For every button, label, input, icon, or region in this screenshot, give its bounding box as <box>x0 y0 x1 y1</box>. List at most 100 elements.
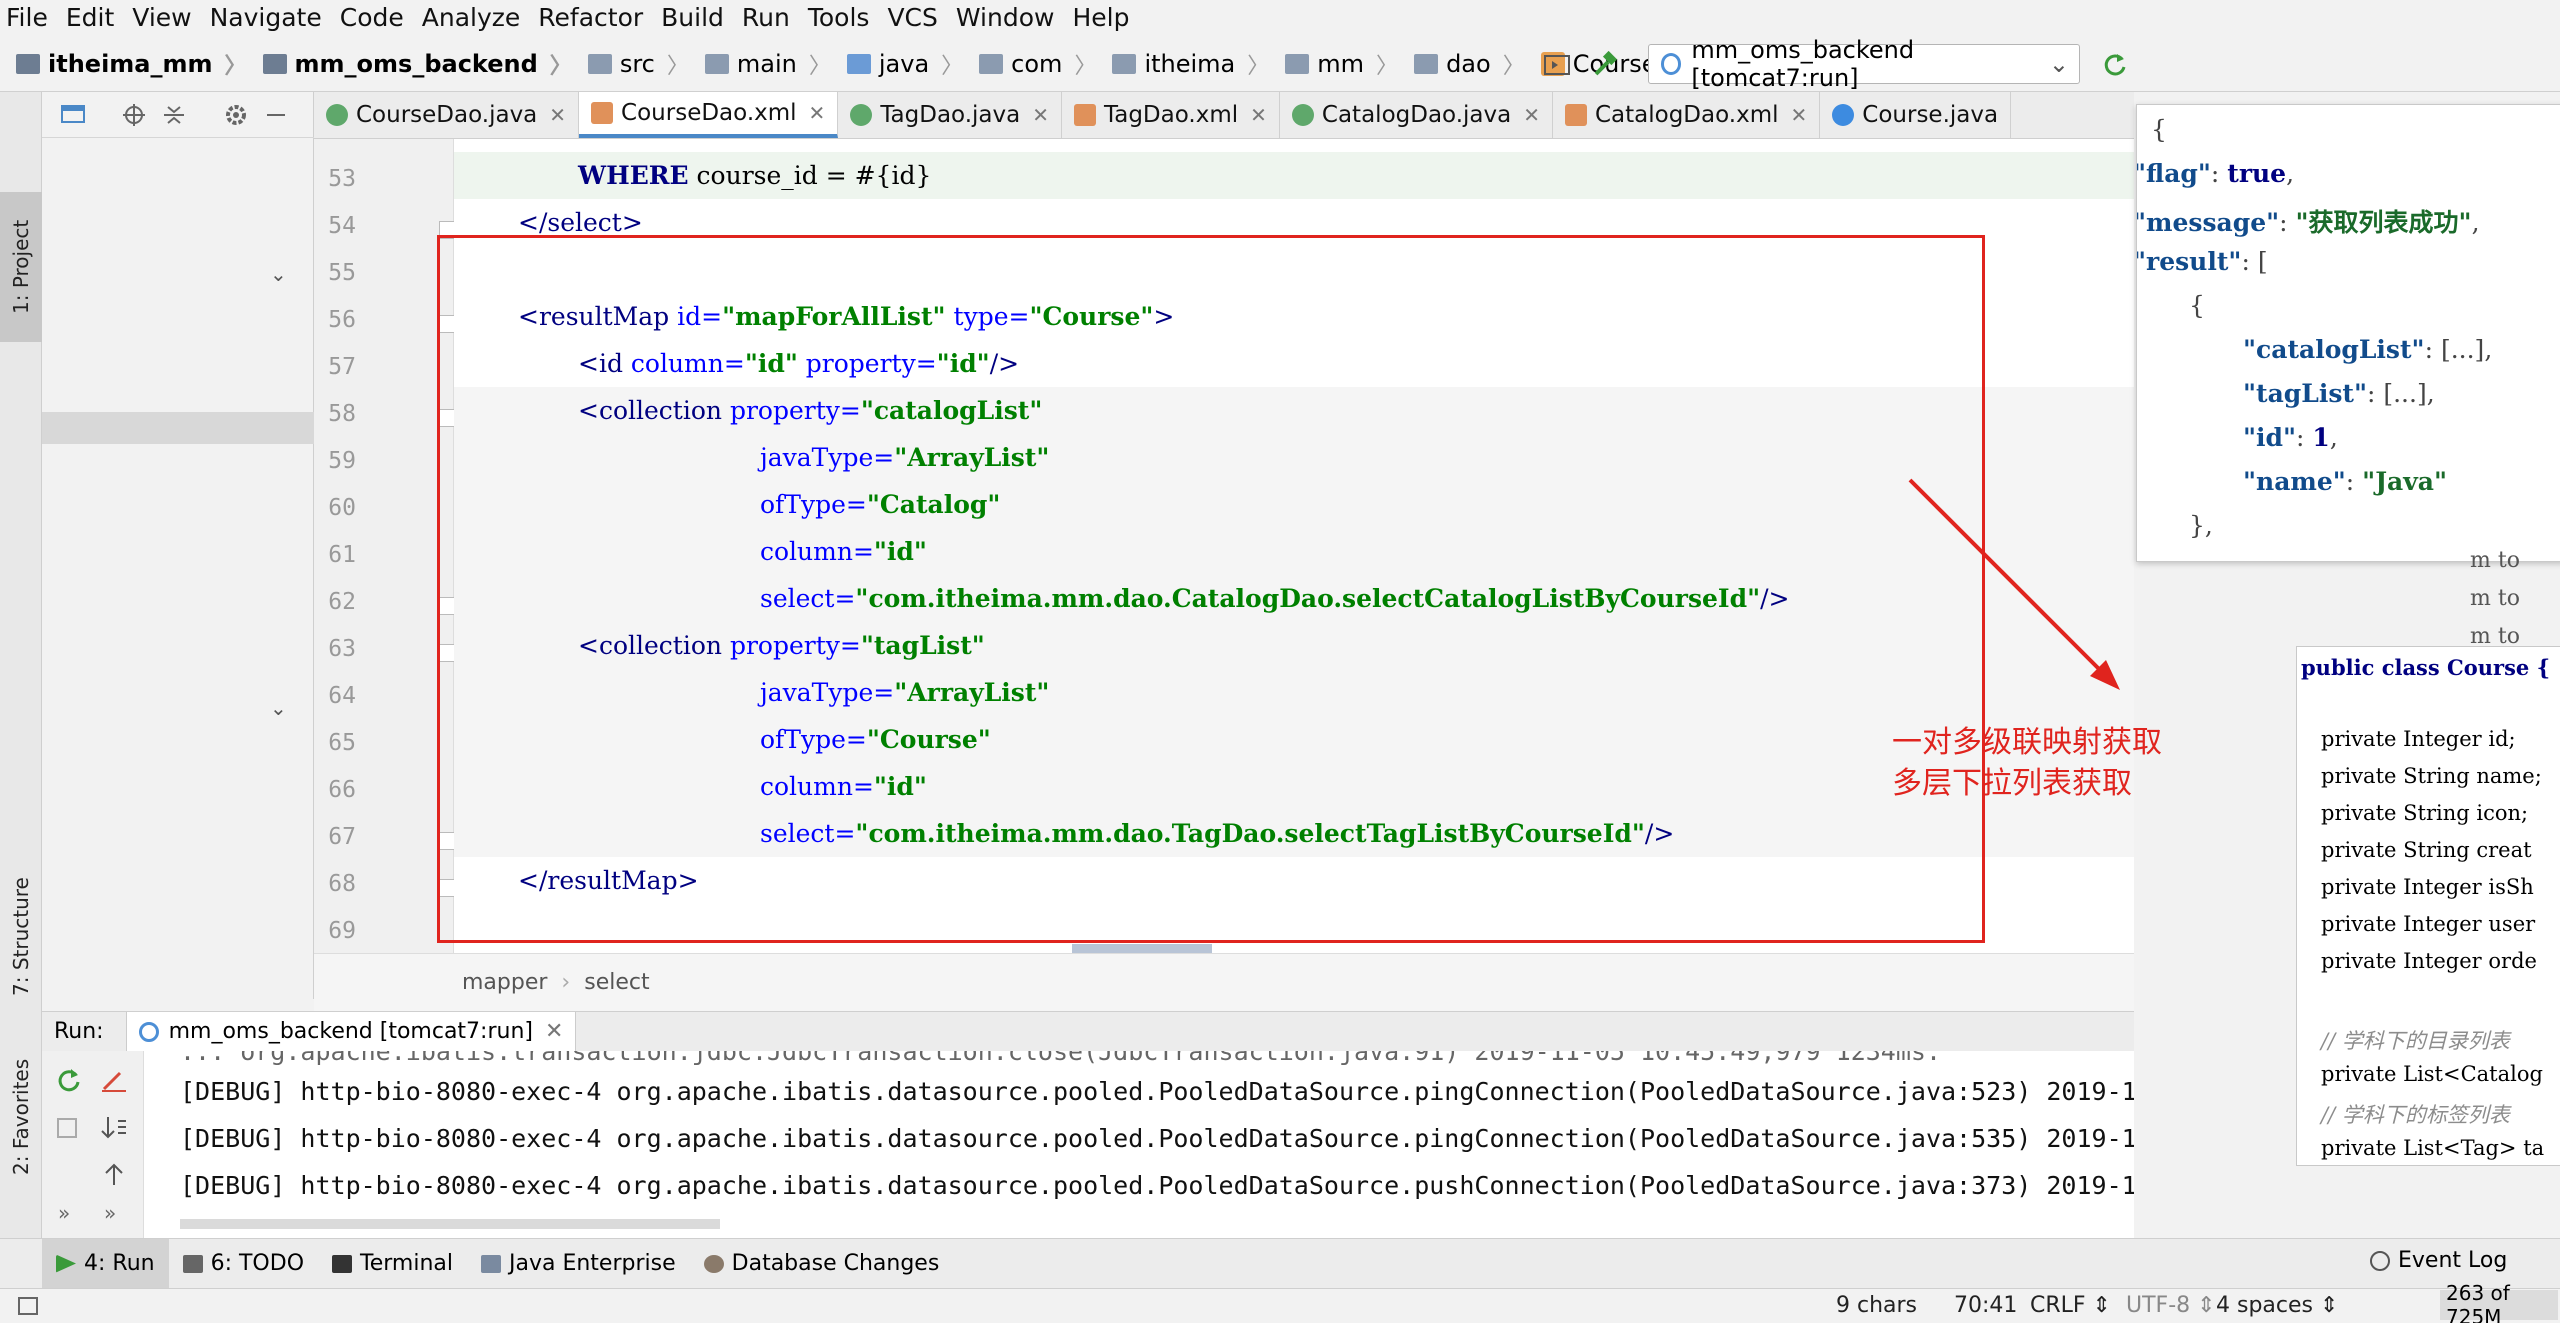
expand-icon[interactable]: » <box>104 1201 116 1225</box>
crumb-select[interactable]: select <box>584 970 649 995</box>
run-configuration-select[interactable]: mm_oms_backend [tomcat7:run] ⌄ <box>1648 36 2080 92</box>
crumb-label: main <box>736 49 797 78</box>
crumb-itheima[interactable]: itheima 〉 <box>1096 36 1269 92</box>
horizontal-scroll-thumb[interactable] <box>1072 944 1212 953</box>
run-anything-icon[interactable] <box>1542 50 1572 80</box>
project-panel: ⌄ ⌄ <box>42 92 314 999</box>
tab-tagdao-java[interactable]: TagDao.java ✕ <box>838 92 1062 138</box>
chevron-down-icon[interactable]: ⌄ <box>270 696 287 720</box>
java-interface-icon <box>1291 104 1314 126</box>
menu-edit[interactable]: Edit <box>57 0 123 36</box>
folder-icon <box>1285 53 1310 74</box>
tool-tab-favorites[interactable]: 2: Favorites <box>0 1047 42 1187</box>
tab-course-java[interactable]: Course.java <box>1820 92 2012 138</box>
crumb-project[interactable]: itheima_mm 〉 <box>0 36 247 92</box>
crumb-module[interactable]: mm_oms_backend 〉 <box>247 36 572 92</box>
status-encoding[interactable]: UTF-8 ⇕ <box>2126 1293 2216 1318</box>
tool-java-enterprise[interactable]: Java Enterprise <box>467 1239 690 1289</box>
json-comma: , <box>2426 379 2435 408</box>
menu-help[interactable]: Help <box>1063 0 1138 36</box>
rerun-icon[interactable] <box>2100 50 2130 80</box>
tool-terminal[interactable]: Terminal <box>318 1239 467 1289</box>
run-side-toolbar: » » <box>42 1051 144 1238</box>
menu-window[interactable]: Window <box>947 0 1064 36</box>
tab-coursedao-xml[interactable]: CourseDao.xml ✕ <box>579 92 839 138</box>
menu-file[interactable]: File <box>0 0 57 36</box>
log-line: [DEBUG] http-bio-8080-exec-4 org.apache.… <box>180 1077 2134 1106</box>
memory-indicator[interactable]: 263 of 725M <box>2440 1281 2558 1323</box>
tab-catalogdao-java[interactable]: CatalogDao.java ✕ <box>1280 92 1553 138</box>
line-number: 68 <box>328 871 356 897</box>
collapse-all-icon[interactable] <box>160 102 188 128</box>
method-icon: m to <box>2470 586 2520 611</box>
sort-down-icon[interactable] <box>98 1113 130 1143</box>
json-collapsed[interactable]: [...] <box>2441 335 2484 364</box>
status-caret-position[interactable]: 70:41 <box>1954 1293 2017 1318</box>
json-collapsed[interactable]: [...] <box>2383 379 2426 408</box>
toggle-tool-windows-icon[interactable] <box>18 1297 38 1315</box>
status-line-separator[interactable]: CRLF ⇕ <box>2030 1293 2111 1318</box>
menu-code[interactable]: Code <box>331 0 413 36</box>
tool-label: 6: TODO <box>210 1251 305 1276</box>
close-icon[interactable]: ✕ <box>1250 103 1267 127</box>
editor-tab-bar: CourseDao.java ✕ CourseDao.xml ✕ TagDao.ja… <box>314 92 2134 139</box>
console-output[interactable]: ... org.apache.ibatis.transaction.jdbc.J… <box>144 1051 2134 1238</box>
tool-tab-project[interactable]: 1: Project <box>0 192 42 342</box>
gear-icon[interactable] <box>222 102 250 128</box>
event-log-button[interactable]: Event Log <box>2370 1248 2507 1273</box>
line-number: 56 <box>328 307 356 333</box>
crumb-java[interactable]: java 〉 <box>831 36 963 92</box>
menu-refactor[interactable]: Refactor <box>529 0 652 36</box>
stop-edit-icon[interactable] <box>98 1065 130 1095</box>
crumb-label: mm_oms_backend <box>294 49 538 78</box>
tab-catalogdao-xml[interactable]: CatalogDao.xml ✕ <box>1553 92 1821 138</box>
selected-tree-row[interactable] <box>42 412 314 444</box>
code-comment: // 学科下的目录列表 <box>2321 1029 2510 1053</box>
close-icon[interactable]: ✕ <box>1032 103 1049 127</box>
crumb-src[interactable]: src 〉 <box>572 36 689 92</box>
status-indent[interactable]: 4 spaces ⇕ <box>2216 1293 2338 1318</box>
close-icon[interactable]: ✕ <box>1791 103 1808 127</box>
restore-layout-icon[interactable] <box>52 1113 84 1143</box>
crumb-mapper[interactable]: mapper <box>462 970 547 995</box>
horizontal-scroll-thumb[interactable] <box>180 1219 720 1229</box>
xml-file-icon <box>591 102 614 124</box>
json-value: true <box>2227 159 2287 188</box>
tool-todo[interactable]: 6: TODO <box>169 1239 318 1289</box>
menu-navigate[interactable]: Navigate <box>201 0 331 36</box>
tool-tab-structure[interactable]: 7: Structure <box>0 862 42 1012</box>
menu-view[interactable]: View <box>123 0 200 36</box>
menu-vcs[interactable]: VCS <box>878 0 946 36</box>
menu-tools[interactable]: Tools <box>799 0 879 36</box>
close-icon[interactable]: ✕ <box>809 101 826 125</box>
menu-run[interactable]: Run <box>733 0 799 36</box>
locate-icon[interactable] <box>120 102 148 128</box>
crumb-main[interactable]: main 〉 <box>689 36 831 92</box>
rerun-icon[interactable] <box>52 1065 84 1095</box>
json-brace: { <box>2189 291 2205 320</box>
close-icon[interactable]: ✕ <box>549 103 566 127</box>
tool-run[interactable]: 4: Run <box>42 1238 169 1289</box>
run-tab[interactable]: mm_oms_backend [tomcat7:run] ✕ <box>125 1011 577 1052</box>
close-icon[interactable]: ✕ <box>545 1019 563 1044</box>
build-hammer-icon[interactable] <box>1590 50 1620 80</box>
tool-label: 4: Run <box>84 1251 155 1276</box>
menu-analyze[interactable]: Analyze <box>413 0 530 36</box>
tool-database-changes[interactable]: Database Changes <box>690 1239 954 1289</box>
view-selector-icon[interactable] <box>60 102 88 128</box>
annotation-text: 一对多级联映射获取 多层下拉列表获取 <box>1892 725 2162 801</box>
hide-panel-icon[interactable] <box>262 102 290 128</box>
crumb-com[interactable]: com 〉 <box>963 36 1096 92</box>
tab-tagdao-xml[interactable]: TagDao.xml ✕ <box>1062 92 1280 138</box>
arrow-up-icon[interactable] <box>98 1159 130 1189</box>
close-icon[interactable]: ✕ <box>1523 103 1540 127</box>
tab-coursedao-java[interactable]: CourseDao.java ✕ <box>314 92 580 138</box>
expand-icon[interactable]: » <box>58 1201 70 1225</box>
crumb-mm[interactable]: mm 〉 <box>1269 36 1398 92</box>
chevron-down-icon[interactable]: ⌄ <box>270 262 287 286</box>
folder-icon <box>846 53 871 74</box>
crumb-dao[interactable]: dao 〉 <box>1398 36 1525 92</box>
folder-icon <box>979 53 1004 74</box>
menu-build[interactable]: Build <box>652 0 733 36</box>
log-line: [DEBUG] http-bio-8080-exec-4 org.apache.… <box>180 1171 2134 1200</box>
